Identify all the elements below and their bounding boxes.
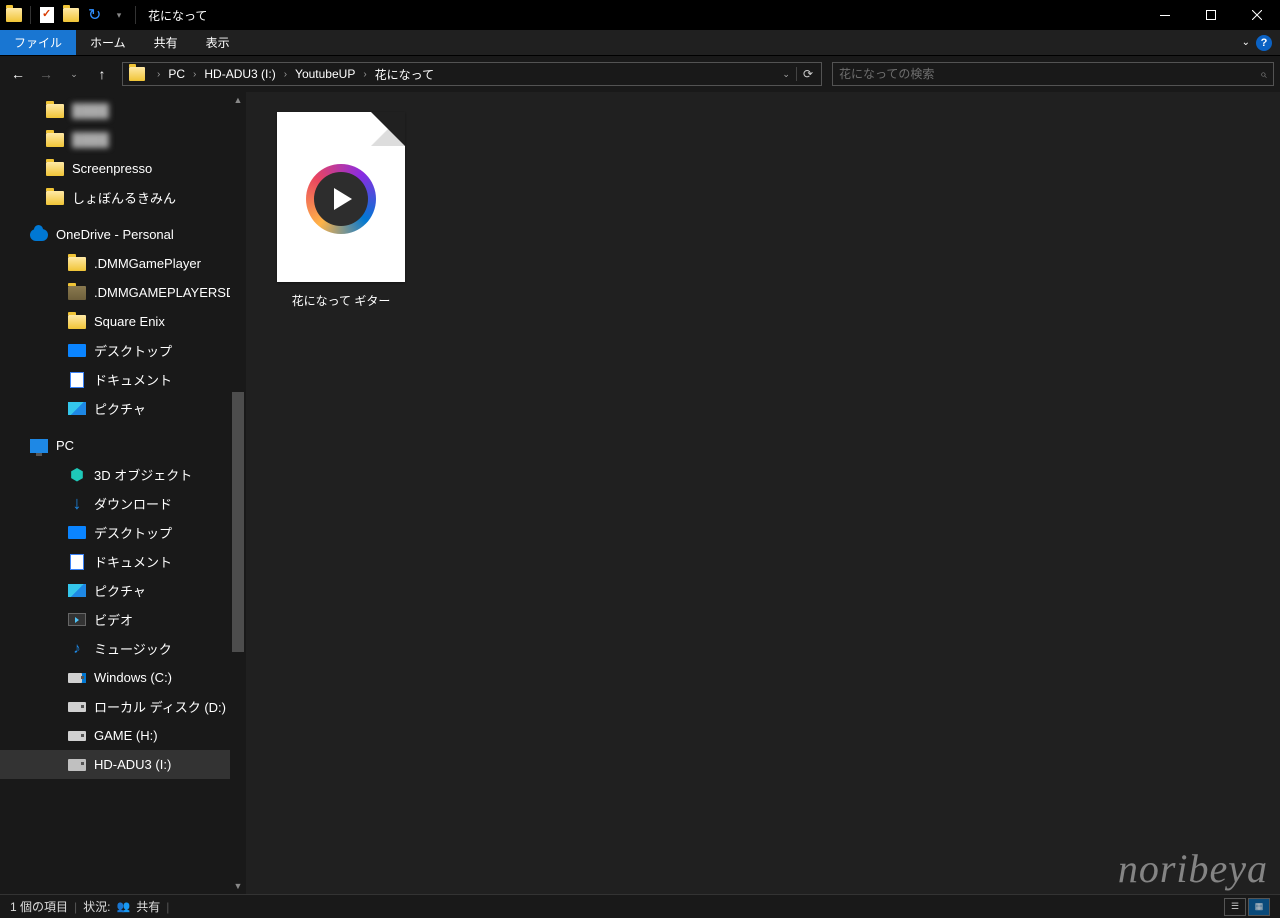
folder-icon bbox=[129, 67, 147, 82]
help-icon[interactable]: ? bbox=[1256, 35, 1272, 51]
file-label: 花になって ギター bbox=[292, 292, 391, 309]
sidebar-item-drive-d[interactable]: ローカル ディスク (D:) bbox=[0, 692, 246, 721]
scroll-down-icon[interactable]: ▼ bbox=[230, 878, 246, 894]
status-share-value: 共有 bbox=[136, 898, 160, 915]
status-bar: 1 個の項目 | 状況: 👥 共有 | ☰ ▦ bbox=[0, 894, 1280, 918]
sidebar-item-screenpresso[interactable]: Screenpresso bbox=[0, 154, 246, 183]
scroll-up-icon[interactable]: ▲ bbox=[230, 92, 246, 108]
sidebar-item-dmmgameplayersd[interactable]: .DMMGAMEPLAYERSD bbox=[0, 278, 246, 307]
sidebar-item-pictures[interactable]: ピクチャ bbox=[0, 394, 246, 423]
properties-icon[interactable] bbox=[37, 5, 57, 25]
sidebar-item-3dobjects[interactable]: ⬢3D オブジェクト bbox=[0, 460, 246, 489]
close-button[interactable] bbox=[1234, 0, 1280, 30]
up-button[interactable]: ↑ bbox=[90, 62, 114, 86]
file-list-pane[interactable]: 花になって ギター bbox=[246, 92, 1280, 894]
search-icon[interactable]: ⌕ bbox=[1260, 67, 1267, 82]
people-icon: 👥 bbox=[116, 900, 130, 913]
new-folder-icon[interactable] bbox=[61, 5, 81, 25]
recent-dropdown[interactable]: ⌄ bbox=[62, 62, 86, 86]
tab-share[interactable]: 共有 bbox=[140, 30, 192, 55]
separator bbox=[135, 6, 136, 24]
search-input[interactable] bbox=[839, 67, 1260, 81]
tab-view[interactable]: 表示 bbox=[192, 30, 244, 55]
sidebar-item-pc[interactable]: PC bbox=[0, 431, 246, 460]
status-item-count: 1 個の項目 bbox=[10, 898, 68, 915]
maximize-button[interactable] bbox=[1188, 0, 1234, 30]
media-file-icon bbox=[277, 112, 405, 282]
sidebar-scrollbar[interactable]: ▲ ▼ bbox=[230, 92, 246, 894]
sidebar-item-music[interactable]: ♪ミュージック bbox=[0, 634, 246, 663]
sidebar-item-drive-c[interactable]: Windows (C:) bbox=[0, 663, 246, 692]
navigation-pane: ████ ████ Screenpresso しょぼんるきみん OneDrive… bbox=[0, 92, 246, 894]
breadcrumb-pc[interactable]: PC bbox=[166, 67, 187, 81]
sidebar-item-dmmgameplayer[interactable]: .DMMGamePlayer bbox=[0, 249, 246, 278]
sidebar-item-onedrive[interactable]: OneDrive - Personal bbox=[0, 220, 246, 249]
window-title: 花になって bbox=[142, 7, 207, 24]
sidebar-item-hidden[interactable]: ████ bbox=[0, 96, 246, 125]
status-share-label: 状況: bbox=[83, 898, 110, 915]
sidebar-item-folder[interactable]: しょぼんるきみん bbox=[0, 183, 246, 212]
breadcrumb-drive[interactable]: HD-ADU3 (I:) bbox=[202, 67, 277, 81]
download-icon: ↓ bbox=[68, 495, 86, 513]
minimize-button[interactable] bbox=[1142, 0, 1188, 30]
sidebar-item-videos[interactable]: ビデオ bbox=[0, 605, 246, 634]
folder-icon bbox=[4, 5, 24, 25]
sidebar-item-squareenix[interactable]: Square Enix bbox=[0, 307, 246, 336]
ribbon-tabs: ファイル ホーム 共有 表示 ⌄ ? bbox=[0, 30, 1280, 56]
chevron-right-icon[interactable]: › bbox=[151, 69, 166, 80]
quick-access-toolbar: ↺ ▾ bbox=[0, 5, 142, 25]
sidebar-item-documents[interactable]: ドキュメント bbox=[0, 547, 246, 576]
address-bar[interactable]: › PC › HD-ADU3 (I:) › YoutubeUP › 花になって … bbox=[122, 62, 822, 86]
music-icon: ♪ bbox=[68, 640, 86, 658]
nav-bar: ← → ⌄ ↑ › PC › HD-ADU3 (I:) › YoutubeUP … bbox=[0, 56, 1280, 92]
file-item[interactable]: 花になって ギター bbox=[266, 112, 416, 309]
undo-icon[interactable]: ↺ bbox=[85, 5, 105, 25]
title-bar: ↺ ▾ 花になって bbox=[0, 0, 1280, 30]
tab-home[interactable]: ホーム bbox=[76, 30, 140, 55]
sidebar-item-pictures[interactable]: ピクチャ bbox=[0, 576, 246, 605]
ribbon-expand-icon[interactable]: ⌄ bbox=[1242, 37, 1250, 48]
sidebar-item-drive-h[interactable]: GAME (H:) bbox=[0, 721, 246, 750]
play-icon bbox=[306, 164, 376, 234]
sidebar-item-desktop[interactable]: デスクトップ bbox=[0, 518, 246, 547]
search-box[interactable]: ⌕ bbox=[832, 62, 1274, 86]
tab-file[interactable]: ファイル bbox=[0, 30, 76, 55]
qat-dropdown-icon[interactable]: ▾ bbox=[109, 5, 129, 25]
breadcrumb-folder-2[interactable]: 花になって bbox=[373, 66, 436, 83]
refresh-icon[interactable]: ⟳ bbox=[796, 67, 819, 81]
chevron-right-icon[interactable]: › bbox=[357, 69, 372, 80]
icons-view-button[interactable]: ▦ bbox=[1248, 898, 1270, 916]
sidebar-item-documents[interactable]: ドキュメント bbox=[0, 365, 246, 394]
window-controls bbox=[1142, 0, 1280, 30]
cube-icon: ⬢ bbox=[68, 466, 86, 484]
address-dropdown-icon[interactable]: ⌄ bbox=[776, 69, 796, 80]
back-button[interactable]: ← bbox=[6, 62, 30, 86]
sidebar-item-desktop[interactable]: デスクトップ bbox=[0, 336, 246, 365]
forward-button[interactable]: → bbox=[34, 62, 58, 86]
sidebar-item-hidden[interactable]: ████ bbox=[0, 125, 246, 154]
details-view-button[interactable]: ☰ bbox=[1224, 898, 1246, 916]
breadcrumb-folder-1[interactable]: YoutubeUP bbox=[293, 67, 357, 81]
separator bbox=[30, 6, 31, 24]
scrollbar-thumb[interactable] bbox=[232, 392, 244, 652]
sidebar-item-downloads[interactable]: ↓ダウンロード bbox=[0, 489, 246, 518]
chevron-right-icon[interactable]: › bbox=[278, 69, 293, 80]
sidebar-item-drive-i[interactable]: HD-ADU3 (I:) bbox=[0, 750, 246, 779]
chevron-right-icon[interactable]: › bbox=[187, 69, 202, 80]
